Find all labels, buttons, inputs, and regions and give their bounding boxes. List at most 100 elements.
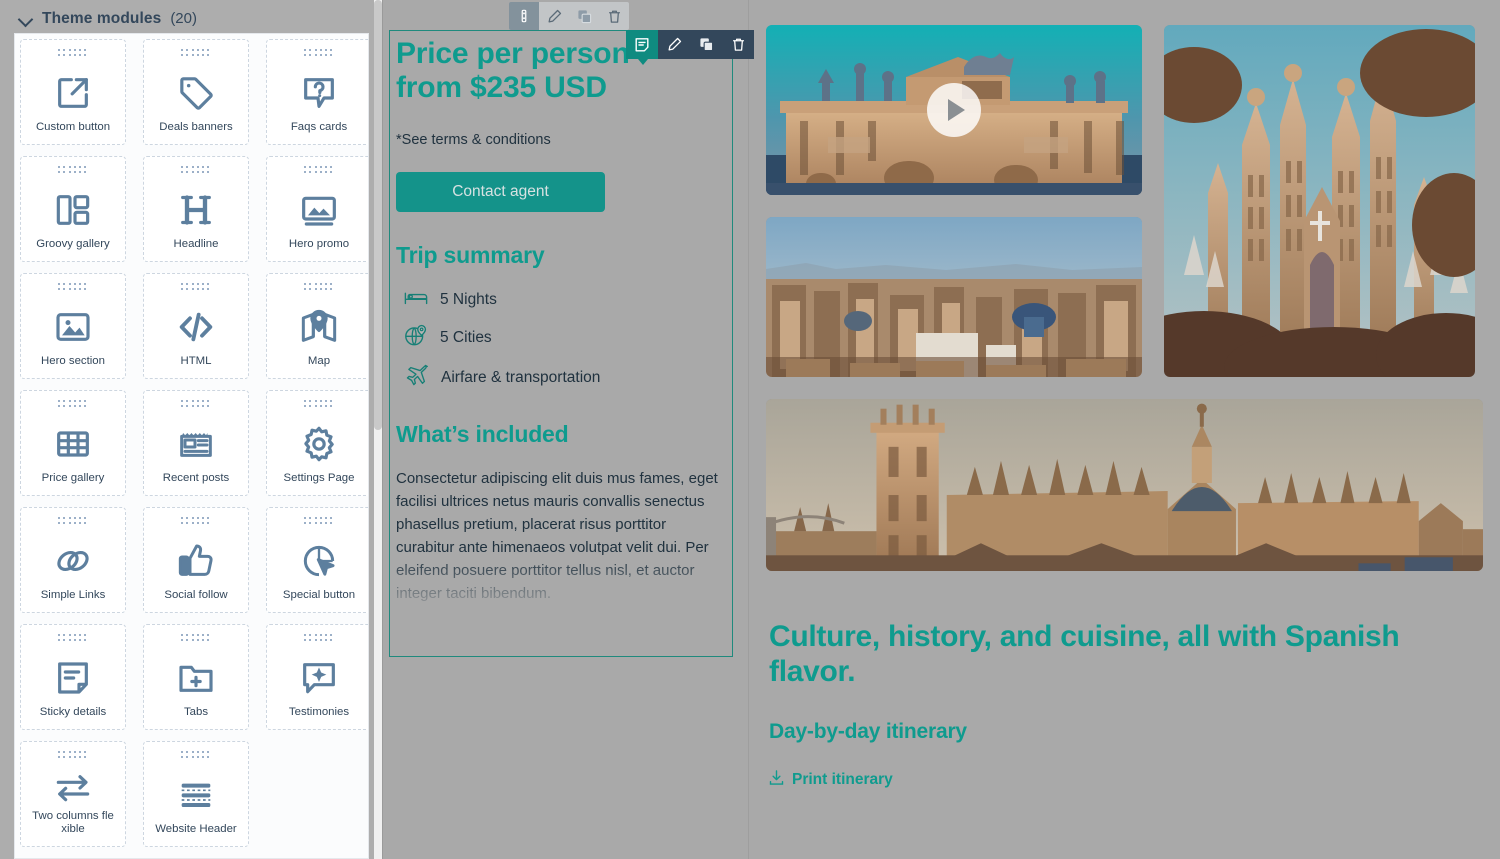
valencia-cityscape[interactable]	[766, 217, 1142, 377]
drag-handle-icon[interactable]	[181, 751, 211, 760]
module-card[interactable]: Sticky details	[20, 624, 126, 730]
edit-pencil-icon[interactable]	[539, 2, 569, 30]
preview-copy-block: Culture, history, and cuisine, all with …	[766, 571, 1483, 791]
heading-h-icon	[144, 181, 248, 238]
module-card[interactable]: Faqs cards	[266, 39, 368, 145]
module-card-label: Faqs cards	[290, 121, 348, 134]
module-card[interactable]: Hero section	[20, 273, 126, 379]
print-itinerary-link[interactable]: Print itinerary	[769, 770, 893, 791]
list-item: 5 Nights	[396, 287, 724, 312]
module-card-label: Hero section	[41, 355, 105, 368]
bed-icon	[404, 287, 428, 312]
drag-handle-icon[interactable]	[304, 166, 334, 175]
trip-summary-list: 5 Nights 5 Cities Airfare & transportati…	[396, 287, 724, 391]
edit-pencil-icon[interactable]	[658, 30, 690, 59]
barcelona-sagrada-familia[interactable]	[1164, 25, 1475, 377]
delete-trash-icon[interactable]	[599, 2, 629, 30]
image-frame-icon	[267, 181, 368, 238]
sidebar-header[interactable]: Theme modules (20)	[0, 0, 382, 37]
photo-image	[766, 217, 1142, 377]
note-document-icon	[21, 649, 125, 706]
drag-handle-icon[interactable]	[304, 634, 334, 643]
module-toolbar[interactable]	[626, 30, 754, 59]
module-card-label: Price gallery	[41, 472, 105, 485]
clone-copy-icon[interactable]	[569, 2, 599, 30]
module-note-icon[interactable]	[626, 30, 658, 59]
module-card[interactable]: Social follow	[143, 507, 249, 613]
module-card-label: Sticky details	[39, 706, 107, 719]
cursor-click-icon	[267, 532, 368, 589]
module-card[interactable]: Settings Page	[266, 390, 368, 496]
page-root: Theme modules (20) Custom button Deals ba…	[0, 0, 1500, 859]
module-card[interactable]: Tabs	[143, 624, 249, 730]
module-card[interactable]: Simple Links	[20, 507, 126, 613]
delete-trash-icon[interactable]	[722, 30, 754, 59]
module-card-label: Headline	[173, 238, 219, 251]
sparkle-bubble-icon	[267, 649, 368, 706]
drag-handle-icon[interactable]	[58, 166, 88, 175]
drag-handle-icon[interactable]	[304, 517, 334, 526]
module-card[interactable]: Testimonies	[266, 624, 368, 730]
drag-handle-icon[interactable]	[181, 634, 211, 643]
clone-copy-icon[interactable]	[690, 30, 722, 59]
drag-handle-icon[interactable]	[181, 517, 211, 526]
gear-icon	[267, 415, 368, 472]
list-item-label: 5 Nights	[440, 290, 497, 308]
preview-subheading: Day-by-day itinerary	[769, 719, 967, 743]
module-card-label: Groovy gallery	[36, 238, 110, 251]
drag-handle-icon[interactable]	[181, 49, 211, 58]
module-card[interactable]: Special button	[266, 507, 368, 613]
module-card-label: Simple Links	[40, 589, 106, 602]
scrollbar-thumb[interactable]	[374, 0, 382, 430]
two-arrows-icon	[21, 766, 125, 810]
list-item-label: 5 Cities	[440, 329, 492, 347]
module-card[interactable]: Hero promo	[266, 156, 368, 262]
page-preview: Culture, history, and cuisine, all with …	[748, 0, 1500, 859]
module-card-label: Testimonies	[288, 706, 350, 719]
madrid-puerta-de-alcala-video[interactable]	[766, 25, 1142, 195]
module-card-label: Custom button	[35, 121, 111, 134]
drag-handle-icon[interactable]	[181, 166, 211, 175]
drag-handle-icon[interactable]	[304, 400, 334, 409]
drag-handle-icon[interactable]	[304, 283, 334, 292]
module-card[interactable]: Website Header	[143, 741, 249, 847]
drag-handle-icon[interactable]	[58, 634, 88, 643]
drag-handle-icon[interactable]	[181, 283, 211, 292]
section-toolbar[interactable]	[509, 2, 629, 30]
drag-handle-icon[interactable]	[304, 49, 334, 58]
page-title: Theme modules	[42, 9, 162, 27]
drag-handle-icon[interactable]	[58, 49, 88, 58]
menu-lines-icon	[144, 766, 248, 823]
module-card[interactable]: Deals banners	[143, 39, 249, 145]
news-posts-icon	[144, 415, 248, 472]
module-grid: Custom button Deals banners Faqs cards Groo…	[15, 34, 368, 857]
layout-columns-icon	[21, 181, 125, 238]
module-card[interactable]: Price gallery	[20, 390, 126, 496]
chevron-down-icon[interactable]	[18, 11, 33, 26]
module-card[interactable]: Custom button	[20, 39, 126, 145]
module-card-label: Recent posts	[162, 472, 230, 485]
drag-handle-icon[interactable]	[181, 400, 211, 409]
editor-scrollbar[interactable]	[374, 0, 382, 859]
drag-handle-icon[interactable]	[58, 517, 88, 526]
list-item: 5 Cities	[396, 324, 724, 352]
drag-handle-icon[interactable]	[509, 2, 539, 30]
drag-handle-icon[interactable]	[58, 751, 88, 760]
contact-agent-button[interactable]: Contact agent	[396, 172, 605, 213]
theme-modules-sidebar: Theme modules (20) Custom button Deals ba…	[0, 0, 383, 859]
chain-link-icon	[21, 532, 125, 589]
play-button-icon[interactable]	[927, 83, 981, 137]
module-card[interactable]: Recent posts	[143, 390, 249, 496]
drag-handle-icon[interactable]	[58, 400, 88, 409]
module-card-label: Special button	[282, 589, 356, 602]
module-card[interactable]: Two columns fle xible	[20, 741, 126, 847]
module-card[interactable]: Map	[266, 273, 368, 379]
drag-handle-icon[interactable]	[58, 283, 88, 292]
picture-icon	[21, 298, 125, 355]
whats-included-body: Consectetur adipiscing elit duis mus fam…	[396, 468, 724, 644]
module-card[interactable]: Groovy gallery	[20, 156, 126, 262]
module-card[interactable]: Headline	[143, 156, 249, 262]
module-card[interactable]: HTML	[143, 273, 249, 379]
selected-module-region[interactable]: Price per person from $235 USD *See term…	[389, 30, 733, 657]
seville-cathedral-panorama[interactable]	[766, 399, 1483, 571]
